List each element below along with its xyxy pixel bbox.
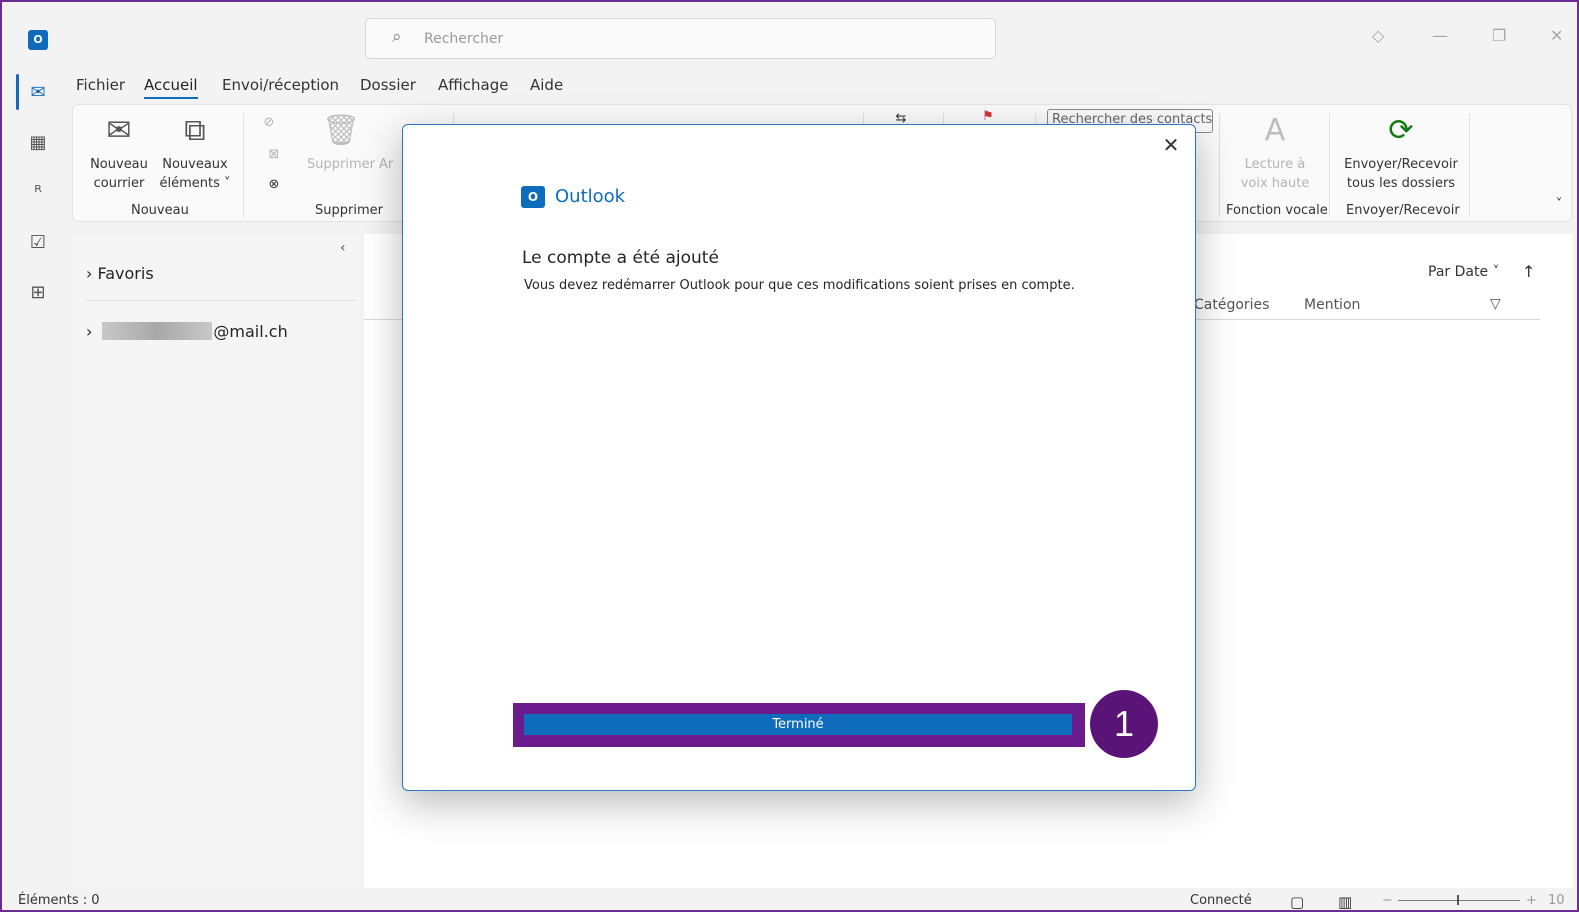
search-box[interactable]: ⌕: [365, 18, 996, 59]
folder-separator: [86, 300, 356, 301]
read-aloud-icon: A: [1264, 113, 1286, 148]
account-folder[interactable]: › @mail.ch: [86, 322, 288, 341]
ribbon-expand-chevron-icon[interactable]: ˅: [1551, 195, 1567, 214]
redacted-email: [102, 322, 213, 340]
group-label-delete: Supprimer: [315, 203, 383, 218]
archive-button[interactable]: Ar: [379, 155, 403, 174]
tab-envoi-reception[interactable]: Envoi/réception: [222, 76, 339, 94]
chevron-down-icon: ˅: [1492, 264, 1500, 280]
dialog-message: Vous devez redémarrer Outlook pour que c…: [524, 278, 1075, 293]
new-items-label-2: éléments ˅: [157, 174, 233, 193]
zoom-slider[interactable]: [1398, 900, 1520, 901]
dialog-brand: Outlook: [555, 186, 626, 207]
column-categories[interactable]: Catégories: [1194, 297, 1269, 313]
minimize-icon[interactable]: —: [1432, 26, 1448, 45]
group-label-new: Nouveau: [131, 203, 189, 218]
outlook-logo-icon: O: [521, 186, 545, 208]
tab-dossier[interactable]: Dossier: [360, 76, 416, 94]
ribbon-separator: [243, 113, 244, 217]
zoom-level: 10: [1548, 893, 1565, 908]
junk-icon[interactable]: ⊗: [259, 175, 289, 194]
restore-icon[interactable]: ❐: [1492, 26, 1506, 45]
nav-active-indicator: [16, 74, 19, 110]
zoom-out-icon[interactable]: −: [1382, 893, 1393, 908]
sort-label: Par Date: [1428, 264, 1489, 280]
chevron-right-icon: ›: [86, 322, 93, 341]
normal-view-icon[interactable]: ▢: [1290, 893, 1304, 910]
read-aloud-button[interactable]: A Lecture à voix haute: [1233, 111, 1317, 193]
tab-fichier[interactable]: Fichier: [76, 76, 125, 94]
read-aloud-label-2: voix haute: [1240, 176, 1310, 191]
status-bar: Éléments : 0 Connecté ▢ ▥ − + 10: [2, 888, 1577, 910]
connection-status: Connecté: [1190, 893, 1252, 908]
read-aloud-label-1: Lecture à: [1244, 157, 1306, 172]
tab-aide[interactable]: Aide: [530, 76, 563, 94]
account-added-dialog: ✕ O Outlook Le compte a été ajouté Vous …: [402, 124, 1196, 791]
dialog-heading: Le compte a été ajouté: [522, 248, 719, 268]
title-bar: O ⌕ ◇ — ❐ ✕: [2, 2, 1577, 68]
done-button[interactable]: Terminé: [524, 714, 1072, 735]
folder-pane: ‹ › Favoris › @mail.ch: [72, 234, 360, 888]
account-email-suffix: @mail.ch: [213, 322, 288, 341]
favorites-folder[interactable]: › Favoris: [86, 264, 154, 283]
apps-icon[interactable]: ⊞: [25, 280, 51, 306]
left-nav: ✉ ▦ ᴿ ☑ ⊞: [2, 68, 72, 888]
new-mail-icon: ✉: [106, 113, 132, 148]
tasks-icon[interactable]: ☑: [25, 230, 51, 256]
send-receive-label-2: tous les dossiers: [1346, 176, 1456, 191]
sync-icon: ⟳: [1388, 113, 1414, 148]
step-badge: 1: [1090, 690, 1158, 758]
sort-by-date-button[interactable]: Par Date ˅: [1428, 264, 1500, 280]
new-mail-label-1: Nouveau: [90, 157, 148, 172]
tab-accueil[interactable]: Accueil: [144, 76, 198, 99]
people-icon[interactable]: ᴿ: [25, 180, 51, 206]
close-icon[interactable]: ✕: [1157, 131, 1185, 159]
zoom-slider-thumb[interactable]: [1457, 895, 1459, 905]
send-receive-label-1: Envoyer/Recevoir: [1344, 157, 1458, 172]
filter-icon[interactable]: ▽: [1490, 296, 1501, 312]
sort-direction-icon[interactable]: ↑: [1522, 262, 1535, 281]
zoom-in-icon[interactable]: +: [1526, 893, 1537, 908]
clean-up-icon[interactable]: ⊠: [259, 145, 289, 164]
search-icon: ⌕: [392, 27, 402, 47]
close-window-icon[interactable]: ✕: [1550, 26, 1563, 45]
delete-button[interactable]: 🗑 Supprimer: [299, 111, 383, 174]
archive-label: Ar: [379, 157, 394, 172]
items-count: Éléments : 0: [18, 893, 100, 908]
new-items-label-1: Nouveaux: [162, 157, 228, 172]
ribbon-separator: [1329, 113, 1330, 217]
outlook-logo-icon: O: [28, 30, 48, 50]
new-mail-button[interactable]: ✉ Nouveau courrier: [87, 111, 151, 193]
favorites-label: Favoris: [97, 264, 154, 283]
new-items-label-2-text: éléments: [159, 176, 220, 191]
outlook-window: O ⌕ ◇ — ❐ ✕ ✉ ▦ ᴿ ☑ ⊞ Fichier Accueil En…: [0, 0, 1579, 912]
reading-view-icon[interactable]: ▥: [1338, 893, 1352, 910]
ribbon-separator: [1219, 113, 1220, 217]
group-label-send-receive: Envoyer/Recevoir: [1346, 203, 1460, 218]
column-mention[interactable]: Mention: [1304, 297, 1360, 313]
search-input[interactable]: [424, 29, 964, 49]
mail-icon[interactable]: ✉: [25, 80, 51, 106]
chevron-down-icon: ˅: [224, 176, 231, 191]
delete-label: Supprimer: [307, 157, 375, 172]
ribbon-separator: [1469, 113, 1470, 217]
collapse-pane-icon[interactable]: ‹: [340, 240, 346, 256]
ignore-icon[interactable]: ⊘: [259, 113, 279, 132]
new-items-icon: ⧉: [184, 113, 206, 148]
tab-affichage[interactable]: Affichage: [438, 76, 508, 94]
trash-icon: 🗑: [321, 113, 361, 148]
new-items-button[interactable]: ⧉ Nouveaux éléments ˅: [157, 111, 233, 193]
new-mail-label-2: courrier: [93, 176, 145, 191]
calendar-icon[interactable]: ▦: [25, 130, 51, 156]
diamond-icon[interactable]: ◇: [1372, 26, 1384, 45]
chevron-right-icon: ›: [86, 264, 93, 283]
group-label-voice: Fonction vocale: [1226, 203, 1328, 218]
send-receive-all-button[interactable]: ⟳ Envoyer/Recevoir tous les dossiers: [1339, 111, 1463, 193]
